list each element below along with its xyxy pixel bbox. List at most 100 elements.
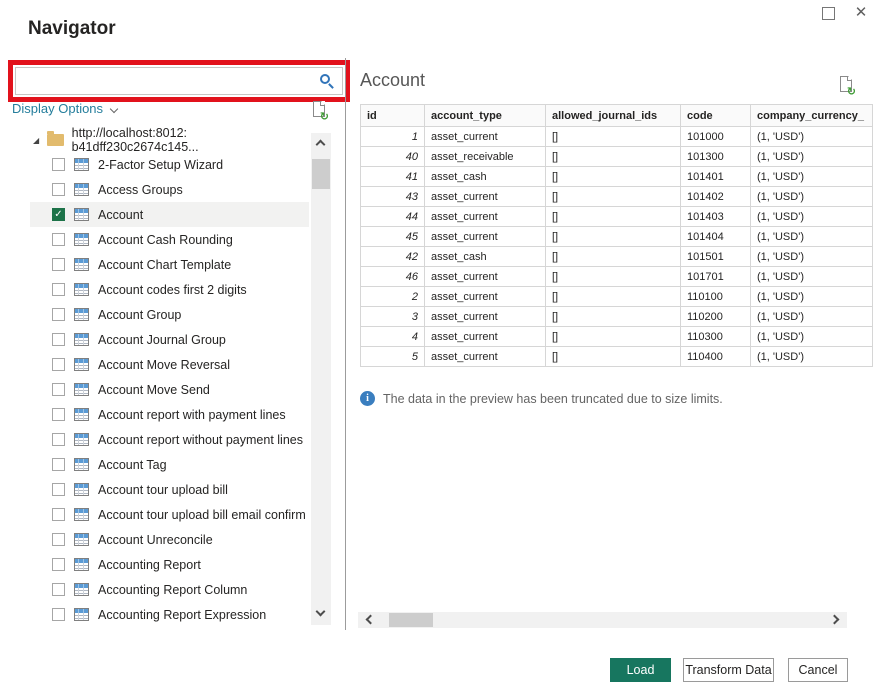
search-input[interactable] xyxy=(17,69,317,93)
tree-item[interactable]: Account Journal Group xyxy=(30,327,309,352)
tree-item-label[interactable]: Account Group xyxy=(98,308,181,322)
table-icon xyxy=(74,258,89,271)
table-checkbox[interactable] xyxy=(52,158,65,171)
scroll-down-icon[interactable] xyxy=(316,607,326,617)
refresh-arrows-icon: ↻ xyxy=(320,110,329,123)
transform-data-button[interactable]: Transform Data xyxy=(683,658,774,682)
tree-item-label[interactable]: Account report without payment lines xyxy=(98,433,303,447)
tree-item[interactable]: Account Chart Template xyxy=(30,252,309,277)
tree-item[interactable]: Accounting Report Expression xyxy=(30,602,309,627)
tree-item[interactable]: Account Tag xyxy=(30,452,309,477)
table-checkbox[interactable] xyxy=(52,558,65,571)
tree-item[interactable]: Account report with payment lines xyxy=(30,402,309,427)
scroll-up-icon[interactable] xyxy=(316,140,326,150)
tree-item[interactable]: Accounting Report xyxy=(30,552,309,577)
column-header[interactable]: company_currency_ xyxy=(751,105,873,127)
data-cell: (1, 'USD') xyxy=(751,267,873,287)
tree-item[interactable]: Account Cash Rounding xyxy=(30,227,309,252)
table-checkbox[interactable] xyxy=(52,408,65,421)
tree-item-label[interactable]: Account report with payment lines xyxy=(98,408,286,422)
search-icon[interactable] xyxy=(320,74,330,84)
tree-item[interactable]: Access Groups xyxy=(30,177,309,202)
table-checkbox[interactable] xyxy=(52,258,65,271)
tree-item-label[interactable]: Account Tag xyxy=(98,458,167,472)
tree-item[interactable]: Account codes first 2 digits xyxy=(30,277,309,302)
table-checkbox[interactable] xyxy=(52,283,65,296)
tree-item[interactable]: Account tour upload bill email confirm xyxy=(30,502,309,527)
column-header[interactable]: code xyxy=(681,105,751,127)
tree-item-label[interactable]: Account tour upload bill xyxy=(98,483,228,497)
tree-item-label[interactable]: Account tour upload bill email confirm xyxy=(98,508,306,522)
table-checkbox[interactable] xyxy=(52,308,65,321)
table-checkbox[interactable] xyxy=(52,358,65,371)
expand-icon[interactable]: ◢ xyxy=(33,136,39,145)
table-checkbox[interactable] xyxy=(52,183,65,196)
tree-root-label[interactable]: http://localhost:8012: b41dff230c2674c14… xyxy=(72,126,310,154)
data-cell: (1, 'USD') xyxy=(751,327,873,347)
data-cell: 101300 xyxy=(681,147,751,167)
scroll-left-icon[interactable] xyxy=(366,615,376,625)
table-checkbox[interactable] xyxy=(52,333,65,346)
tree-item[interactable]: ✓ Account xyxy=(30,202,309,227)
table-checkbox[interactable] xyxy=(52,508,65,521)
tree-item-label[interactable]: Account codes first 2 digits xyxy=(98,283,247,297)
data-cell: asset_current xyxy=(425,127,546,147)
cancel-button[interactable]: Cancel xyxy=(788,658,848,682)
table-checkbox[interactable]: ✓ xyxy=(52,208,65,221)
tree-item-label[interactable]: Account Journal Group xyxy=(98,333,226,347)
tree-scrollbar[interactable] xyxy=(311,133,331,625)
refresh-tree-icon[interactable]: ↻ xyxy=(311,101,329,121)
tree-item-label[interactable]: Accounting Report xyxy=(98,558,201,572)
id-cell: 46 xyxy=(361,267,425,287)
table-checkbox[interactable] xyxy=(52,483,65,496)
data-cell: (1, 'USD') xyxy=(751,227,873,247)
tree-item-label[interactable]: Account Move Send xyxy=(98,383,210,397)
tree-item-label[interactable]: Account Unreconcile xyxy=(98,533,213,547)
tree-item[interactable]: Account Unreconcile xyxy=(30,527,309,552)
data-cell: 110400 xyxy=(681,347,751,367)
table-row: 42asset_cash[]101501(1, 'USD') xyxy=(361,247,873,267)
tree-item-label[interactable]: Accounting Report Column xyxy=(98,583,247,597)
scrollbar-thumb[interactable] xyxy=(389,613,433,627)
table-checkbox[interactable] xyxy=(52,233,65,246)
tree-item-label[interactable]: Account Move Reversal xyxy=(98,358,230,372)
tree-item[interactable]: 2-Factor Setup Wizard xyxy=(30,152,309,177)
tree-item-label[interactable]: Account Cash Rounding xyxy=(98,233,233,247)
tree-item-label[interactable]: Account Chart Template xyxy=(98,258,231,272)
table-icon xyxy=(74,558,89,571)
tree-item[interactable]: Account tour upload bill xyxy=(30,477,309,502)
scroll-right-icon[interactable] xyxy=(830,615,840,625)
close-icon[interactable]: ✕ xyxy=(851,3,871,23)
table-checkbox[interactable] xyxy=(52,583,65,596)
id-cell: 43 xyxy=(361,187,425,207)
table-checkbox[interactable] xyxy=(52,458,65,471)
tree-item-label[interactable]: Account xyxy=(98,208,143,222)
preview-horizontal-scrollbar[interactable] xyxy=(358,612,847,628)
table-checkbox[interactable] xyxy=(52,433,65,446)
table-row: 5asset_current[]110400(1, 'USD') xyxy=(361,347,873,367)
refresh-preview-icon[interactable]: ↻ xyxy=(838,76,856,96)
tree-item[interactable]: Account Group xyxy=(30,302,309,327)
tree-item-label[interactable]: 2-Factor Setup Wizard xyxy=(98,158,223,172)
scrollbar-thumb[interactable] xyxy=(312,159,330,189)
maximize-icon[interactable] xyxy=(822,7,835,20)
chevron-down-icon xyxy=(110,104,118,112)
tree-root-node[interactable]: ◢ http://localhost:8012: b41dff230c2674c… xyxy=(0,128,310,152)
column-header[interactable]: account_type xyxy=(425,105,546,127)
tree-item-label[interactable]: Accounting Report Expression xyxy=(98,608,266,622)
table-checkbox[interactable] xyxy=(52,383,65,396)
tree-item[interactable]: Account report without payment lines xyxy=(30,427,309,452)
load-button[interactable]: Load xyxy=(610,658,671,682)
data-cell: [] xyxy=(546,127,681,147)
column-header[interactable]: id xyxy=(361,105,425,127)
data-cell: 101701 xyxy=(681,267,751,287)
tree-item[interactable]: Accounting Report Column xyxy=(30,577,309,602)
column-header[interactable]: allowed_journal_ids xyxy=(546,105,681,127)
tree-item[interactable]: Account Move Send xyxy=(30,377,309,402)
tree-item-label[interactable]: Access Groups xyxy=(98,183,183,197)
display-options-dropdown[interactable]: Display Options xyxy=(12,101,117,116)
tree-items: 2-Factor Setup Wizard Access Groups ✓ Accou… xyxy=(0,152,310,627)
table-checkbox[interactable] xyxy=(52,608,65,621)
table-checkbox[interactable] xyxy=(52,533,65,546)
tree-item[interactable]: Account Move Reversal xyxy=(30,352,309,377)
